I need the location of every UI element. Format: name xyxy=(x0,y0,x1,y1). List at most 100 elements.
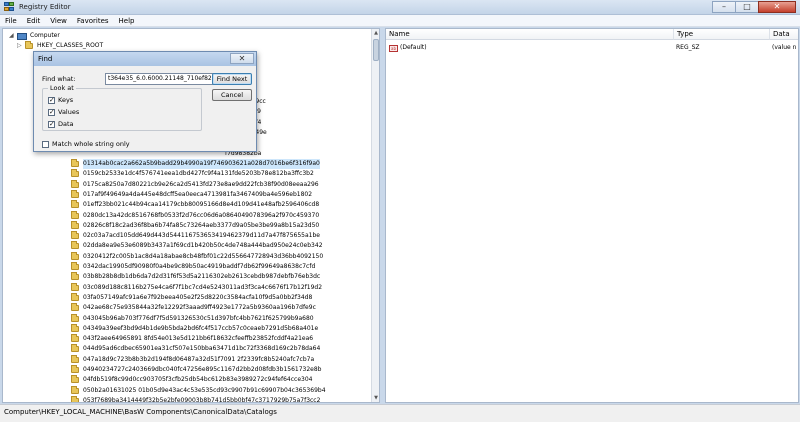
tree-item-key[interactable]: 02dda8ea9e53e6089b3437a1f69cd1b420b50c4d… xyxy=(71,241,323,251)
tree-item-label: 0320412f2c005b1ac8d4a18abae8cb48fbf01c22… xyxy=(83,252,324,260)
tree-item-label: 053f7689ba3414449f32b5e2bfe09003b8b741d5… xyxy=(83,396,321,403)
expand-icon[interactable]: ▷ xyxy=(17,41,23,51)
folder-icon xyxy=(71,323,79,332)
collapse-icon[interactable]: ◢ xyxy=(9,31,15,41)
find-next-button[interactable]: Find Next xyxy=(212,73,252,85)
keys-checkbox-row[interactable]: Keys xyxy=(48,96,73,104)
tree-item-label: 0159cb2533e1dc4f576741eea1dbd427fc9f4a13… xyxy=(83,170,314,178)
scroll-up-icon[interactable]: ▲ xyxy=(372,29,380,37)
tree-item-key[interactable]: 04940234727c2403669dbc040fc47256e895c116… xyxy=(71,365,322,375)
tree-item-label: 03fa057149afc91a6e7f92beea405e2f25d8220c… xyxy=(83,293,313,301)
tree-item-key[interactable]: 02c03a7acd105dd649d443d54411675365341946… xyxy=(71,231,320,241)
tree-item-key[interactable]: 042ae68c75e935844a32fe12292f3aaad9ff4923… xyxy=(71,303,316,313)
tree-item-label: 017af9f49649a4da445e48dcff5ea0eeca471398… xyxy=(83,190,313,198)
match-whole-label: Match whole string only xyxy=(52,140,130,148)
tree-item-key[interactable]: 0159cb2533e1dc4f576741eea1dbd427fc9f4a13… xyxy=(71,169,314,179)
folder-icon xyxy=(71,231,79,240)
folder-icon xyxy=(71,241,79,250)
cancel-button[interactable]: Cancel xyxy=(212,89,252,101)
tree-item-label: Computer xyxy=(30,32,60,39)
tree-item-key[interactable]: 0175ca8250a7d80221cb9e26ca2d5413fd273e8a… xyxy=(71,179,319,190)
tree-item-key[interactable]: 043045b96ab703f776df7f5d591326530c51d397… xyxy=(71,313,314,324)
tree-scrollbar[interactable]: ▲ ▼ xyxy=(371,29,379,402)
tree-item-key[interactable]: 03c089d188c8116b275e4ca6f7f1bc7cd4e52430… xyxy=(71,282,322,293)
scroll-down-icon[interactable]: ▼ xyxy=(372,394,380,402)
tree-item-label: 02c03a7acd105dd649d443d54411675365341946… xyxy=(83,232,320,240)
value-row-default[interactable]: ab (Default) xyxy=(389,43,427,53)
tree-item-label: 043f2aee64965891 8fd54e013e5d121bb6f1863… xyxy=(83,335,314,343)
keys-checkbox[interactable] xyxy=(48,96,55,104)
tree-item-key[interactable]: 04fdb519f8c99d0cc903705f3cfb25db54bc612b… xyxy=(71,375,313,385)
registry-editor-icon xyxy=(4,2,15,12)
menu-view[interactable]: View xyxy=(45,17,72,25)
tree-item-label: 04940234727c2403669dbc040fc47256e895c116… xyxy=(83,366,322,373)
tree-item-hkcr[interactable]: ▷ HKEY_CLASSES_ROOT xyxy=(17,41,103,51)
data-checkbox[interactable] xyxy=(48,120,55,128)
tree-item-label: 02826c8f18c2ad36f8ba6b74fa85c73264aeb337… xyxy=(83,221,320,229)
value-name: (Default) xyxy=(400,44,427,51)
menu-file[interactable]: File xyxy=(0,17,22,25)
match-whole-checkbox-row[interactable]: Match whole string only xyxy=(42,140,130,148)
tree-item-key[interactable]: 04349a39eef3bd9d4b1de9b5bda2bd6fc4f517cc… xyxy=(71,323,318,334)
tree-item-label: 0342dac19905df90980f0a4be9c89b50ac4919ba… xyxy=(83,263,316,270)
folder-icon xyxy=(71,334,79,343)
tree-item-key[interactable]: 03b8b28b8db1db6da7d2d31f6f53d5a2116302eb… xyxy=(71,272,320,282)
tree-item-key[interactable]: 01314ab0cac2a662a5b9badd29b4990a19f74690… xyxy=(71,159,320,169)
tree-item-label: 0280dc13a42dc8516768fb0533f2d76cc06d6a08… xyxy=(83,211,320,219)
tree-item-label: 047a18d9c723b8b3b2d194f8d06487a32d51f709… xyxy=(83,355,315,363)
column-header-data[interactable]: Data xyxy=(770,29,798,40)
tree-item-key[interactable]: 0320412f2c005b1ac8d4a18abae8cb48fbf01c22… xyxy=(71,251,324,262)
values-label: Values xyxy=(58,108,80,116)
folder-icon xyxy=(71,251,79,260)
values-list[interactable]: Name Type Data ab (Default) REG_SZ (valu… xyxy=(385,28,799,403)
column-header-type[interactable]: Type xyxy=(674,29,770,40)
tree-item-key[interactable]: 01eff23bb021c44b94caa14179cbb80095166d8e… xyxy=(71,200,319,210)
window-title: Registry Editor xyxy=(19,3,71,11)
tree-item-key[interactable]: 0280dc13a42dc8516768fb0533f2d76cc06d6a08… xyxy=(71,210,320,221)
data-checkbox-row[interactable]: Data xyxy=(48,120,74,128)
tree-item-key[interactable]: 044d95ad6cdbec65901ea31cf507e150bba63471… xyxy=(71,344,320,354)
folder-icon xyxy=(71,179,79,188)
tree-item-key[interactable]: 03fa057149afc91a6e7f92beea405e2f25d8220c… xyxy=(71,292,313,303)
tree-item-key[interactable]: 050b2a01631025 01b05d9e43ac4c53e535cd93c… xyxy=(71,385,326,396)
folder-icon xyxy=(71,395,79,402)
folder-icon xyxy=(71,313,79,322)
menu-help[interactable]: Help xyxy=(114,17,140,25)
folder-icon xyxy=(71,292,79,301)
menu-edit[interactable]: Edit xyxy=(22,17,46,25)
scrollbar-thumb[interactable] xyxy=(373,39,379,61)
menu-favorites[interactable]: Favorites xyxy=(72,17,114,25)
data-label: Data xyxy=(58,120,74,128)
tree-item-key[interactable]: 017af9f49649a4da445e48dcff5ea0eeca471398… xyxy=(71,189,313,200)
column-header-name[interactable]: Name xyxy=(386,29,674,40)
tree-item-label: 043045b96ab703f776df7f5d591326530c51d397… xyxy=(83,314,314,322)
tree-item-label: 01314ab0cac2a662a5b9badd29b4990a19f74690… xyxy=(83,159,320,169)
tree-item-key[interactable]: 047a18d9c723b8b3b2d194f8d06487a32d51f709… xyxy=(71,354,315,365)
folder-icon xyxy=(71,365,79,373)
close-button[interactable]: ✕ xyxy=(758,1,796,13)
maximize-button[interactable]: □ xyxy=(735,1,759,13)
folder-icon xyxy=(71,210,79,219)
tree-item-key[interactable]: 043f2aee64965891 8fd54e013e5d121bb6f1863… xyxy=(71,334,313,344)
tree-item-label: 03b8b28b8db1db6da7d2d31f6f53d5a2116302eb… xyxy=(83,273,321,281)
status-bar: Computer\HKEY_LOCAL_MACHINE\BasW Compone… xyxy=(0,404,800,422)
match-whole-checkbox[interactable] xyxy=(42,140,49,148)
folder-icon xyxy=(71,169,79,178)
tree-item-key[interactable]: 02826c8f18c2ad36f8ba6b74fa85c73264aeb337… xyxy=(71,220,320,231)
tree-item-label: 044d95ad6cdbec65901ea31cf507e150bba63471… xyxy=(83,345,321,353)
string-value-icon: ab xyxy=(389,44,398,52)
tree-item-label: 050b2a01631025 01b05d9e43ac4c53e535cd93c… xyxy=(83,386,326,394)
look-at-label: Look at xyxy=(48,84,76,92)
find-dialog-close-button[interactable]: ✕ xyxy=(230,53,254,64)
tree-item-key[interactable]: 053f7689ba3414449f32b5e2bfe09003b8b741d5… xyxy=(71,395,321,403)
tree-item-computer[interactable]: ◢ Computer xyxy=(9,31,60,41)
folder-icon xyxy=(71,159,79,167)
values-checkbox-row[interactable]: Values xyxy=(48,108,79,116)
find-what-label: Find what: xyxy=(42,75,76,83)
minimize-button[interactable]: – xyxy=(712,1,736,13)
window-controls: – □ ✕ xyxy=(712,1,796,13)
values-checkbox[interactable] xyxy=(48,108,55,116)
menu-bar: File Edit View Favorites Help xyxy=(0,15,800,27)
tree-item-key[interactable]: 0342dac19905df90980f0a4be9c89b50ac4919ba… xyxy=(71,262,315,272)
title-bar: Registry Editor – □ ✕ xyxy=(0,0,800,15)
